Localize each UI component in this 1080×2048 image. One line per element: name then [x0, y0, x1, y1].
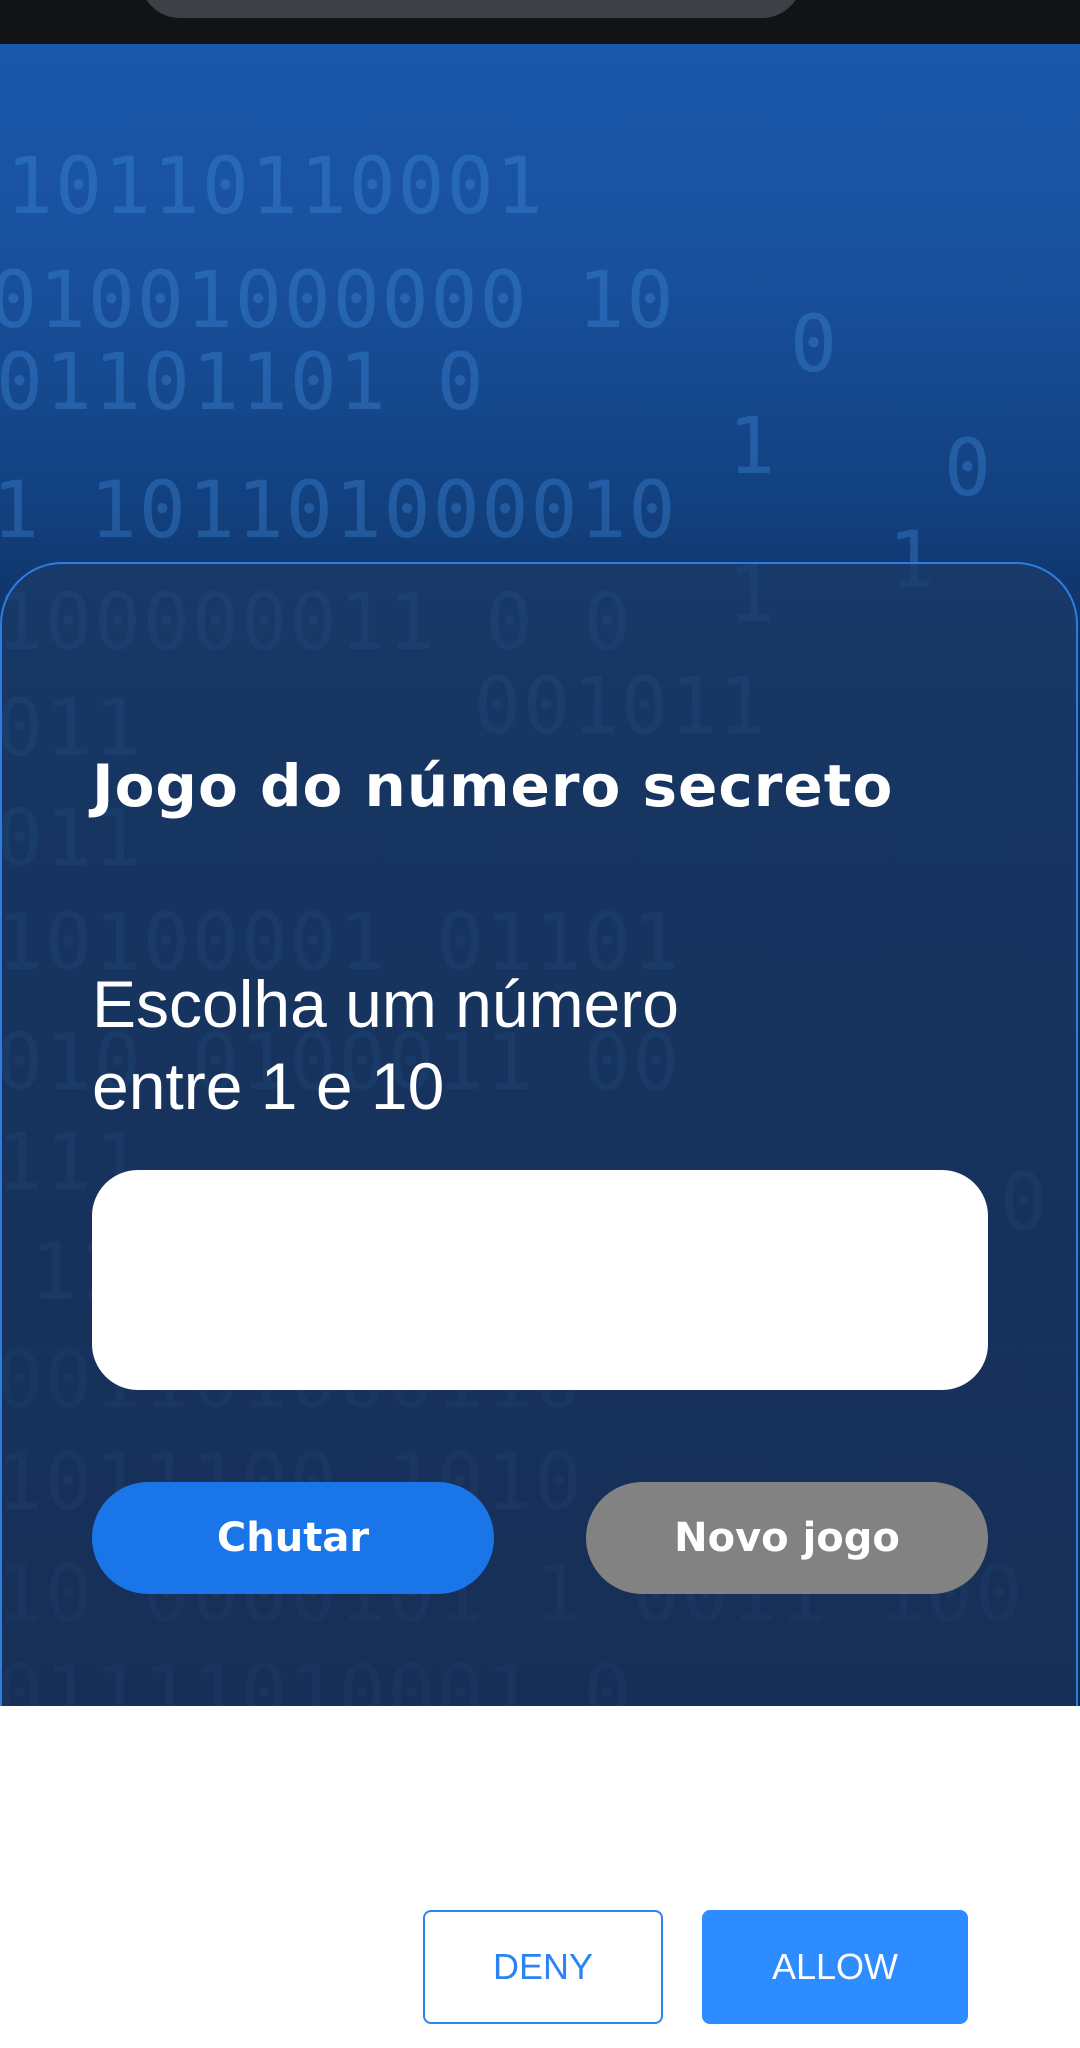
binary-digits-decoration: 01001000000 10: [0, 256, 676, 346]
binary-digits-decoration: 0: [790, 300, 839, 390]
new-game-button[interactable]: Novo jogo: [586, 1482, 988, 1594]
guess-input[interactable]: [92, 1170, 988, 1390]
address-bar: [140, 0, 802, 18]
binary-digits-decoration: 01101101 0: [0, 338, 486, 428]
binary-digits-decoration: 10110110001: [6, 142, 545, 232]
status-bar: [0, 0, 1080, 46]
binary-digits-decoration: 0: [944, 424, 993, 514]
guess-button[interactable]: Chutar: [92, 1482, 494, 1594]
deny-button[interactable]: DENY: [423, 1910, 663, 2024]
instruction-text: Escolha um número entre 1 e 10: [92, 967, 679, 1123]
allow-button[interactable]: ALLOW: [702, 1910, 968, 2024]
binary-digits-decoration: 1: [728, 402, 777, 492]
game-title: Jogo do número secreto: [92, 752, 894, 820]
binary-digits-decoration: 1 101101000010: [0, 466, 678, 556]
